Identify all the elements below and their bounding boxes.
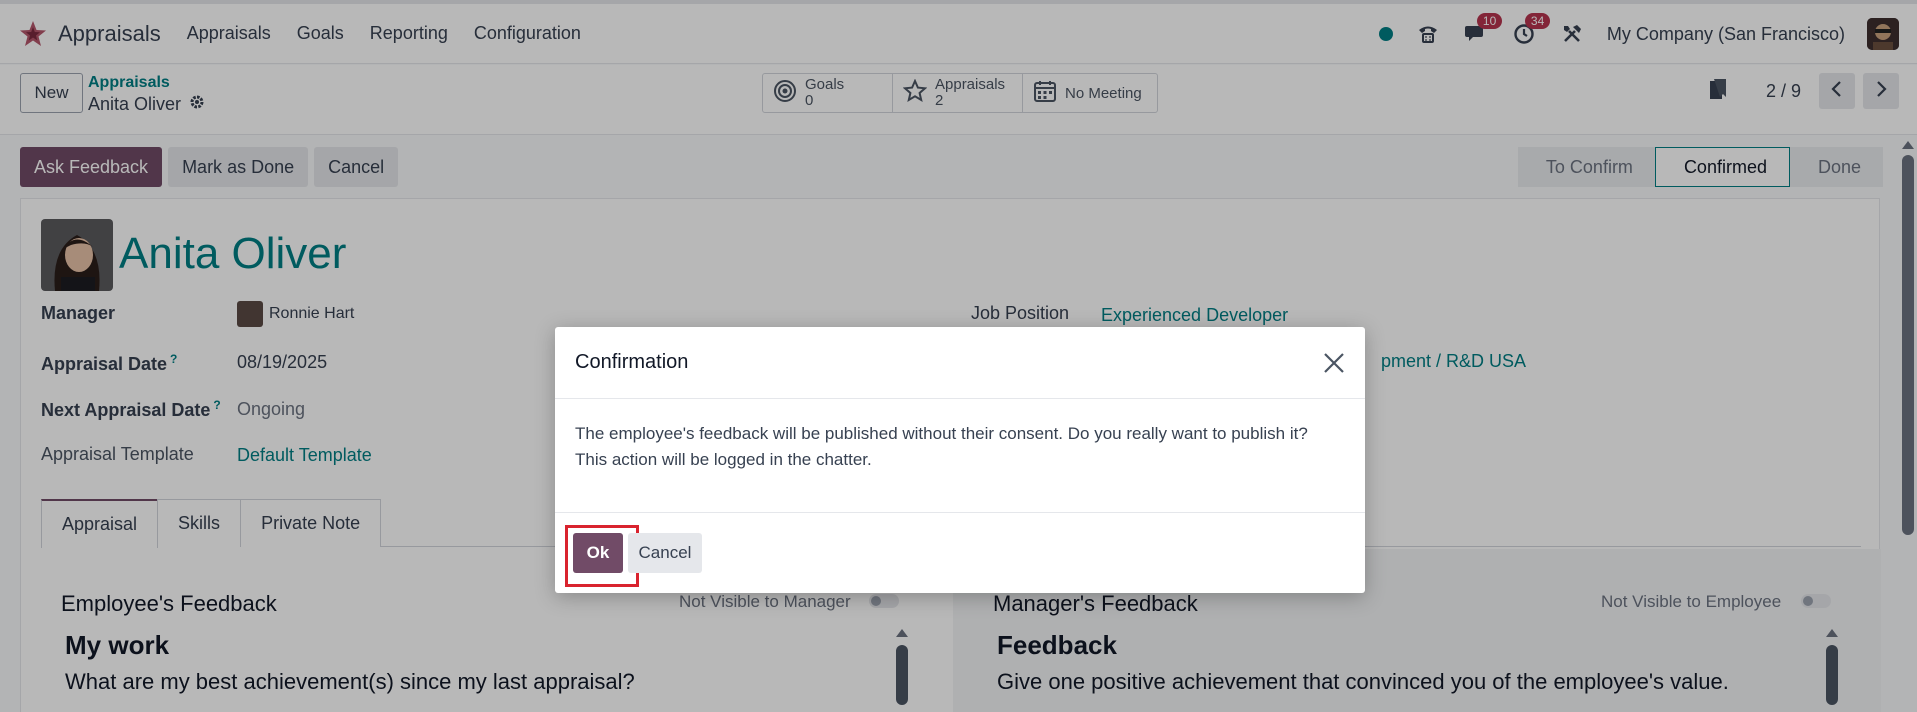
dialog-cancel-button[interactable]: Cancel (628, 533, 702, 573)
close-icon[interactable] (1321, 350, 1347, 376)
dialog-footer: Ok Cancel (555, 512, 1365, 593)
dialog-body: The employee's feedback will be publishe… (575, 421, 1355, 473)
dialog-header: Confirmation (555, 327, 1365, 399)
confirmation-dialog: Confirmation The employee's feedback wil… (555, 327, 1365, 593)
dialog-title: Confirmation (575, 351, 689, 373)
dialog-message-line2: This action will be logged in the chatte… (575, 450, 872, 469)
ok-button[interactable]: Ok (573, 533, 623, 573)
dialog-message-line1: The employee's feedback will be publishe… (575, 424, 1308, 443)
